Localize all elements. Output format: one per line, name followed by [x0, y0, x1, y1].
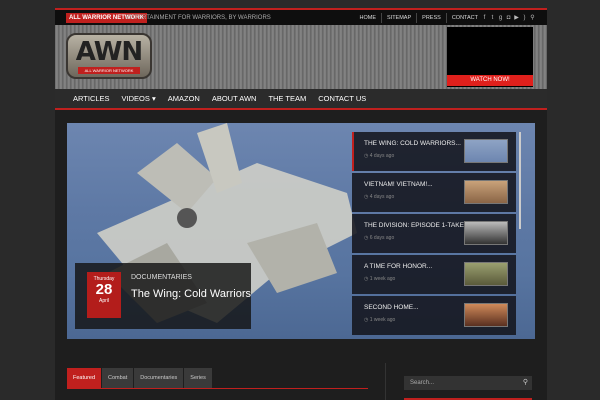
- date-month: April: [98, 298, 109, 304]
- slide-time-text: 4 days ago: [369, 153, 395, 159]
- content-tabs: Featured Combat Documentaries Series: [67, 368, 212, 388]
- feature-caption[interactable]: Thursday 28 April DOCUMENTARIES The Wing…: [75, 263, 251, 329]
- feature-category[interactable]: DOCUMENTARIES: [131, 274, 192, 281]
- top-bar: ALL WARRIOR NETWORK ENTERTAINMENT FOR WA…: [55, 8, 547, 25]
- tab-featured[interactable]: Featured: [67, 368, 102, 388]
- rss-icon[interactable]: ): [522, 14, 527, 22]
- date-day-number: 28: [95, 281, 113, 298]
- logo-text: AWN: [75, 37, 143, 67]
- top-link-home[interactable]: HOME: [355, 13, 382, 23]
- slide-title: VIETNAM! VIETNAM!...: [364, 181, 433, 188]
- slide-list: THE WING: COLD WARRIORS... ◷ 4 days ago …: [352, 132, 521, 335]
- slide-time: ◷ 1 week ago: [364, 276, 396, 282]
- slide-time: ◷ 6 days ago: [364, 235, 395, 241]
- slide-thumbnail: [464, 180, 508, 204]
- page-wrapper: ALL WARRIOR NETWORK ENTERTAINMENT FOR WA…: [55, 8, 547, 400]
- nav-item-amazon[interactable]: AMAZON: [162, 89, 206, 108]
- youtube-icon[interactable]: ▶: [514, 14, 519, 22]
- facebook-icon[interactable]: f: [482, 14, 487, 22]
- tabs-underline: [67, 388, 368, 389]
- main-nav: ARTICLES VIDEOS ▾ AMAZON ABOUT AWN THE T…: [55, 89, 547, 110]
- list-item[interactable]: VIETNAM! VIETNAM!... ◷ 4 days ago: [352, 173, 516, 212]
- googleplus-icon[interactable]: g: [498, 14, 503, 22]
- tab-documentaries[interactable]: Documentaries: [134, 368, 184, 388]
- top-link-contact[interactable]: CONTACT: [445, 13, 483, 23]
- slide-thumbnail: [464, 303, 508, 327]
- nav-item-videos[interactable]: VIDEOS ▾: [116, 89, 162, 108]
- slide-thumbnail: [464, 262, 508, 286]
- slide-time: ◷ 1 week ago: [364, 317, 396, 323]
- watch-now-button[interactable]: WATCH NOW!: [447, 75, 533, 86]
- slide-title: SECOND HOME...: [364, 304, 419, 311]
- list-item[interactable]: THE DIVISION: EPISODE 1-TAKEN... ◷ 6 day…: [352, 214, 516, 253]
- sidebar-search[interactable]: Search... ⚲: [404, 376, 532, 390]
- top-link-press[interactable]: PRESS: [416, 13, 446, 23]
- slide-title: THE DIVISION: EPISODE 1-TAKEN...: [364, 222, 475, 229]
- slide-time: ◷ 4 days ago: [364, 153, 395, 159]
- site-header: AWN ALL WARRIOR NETWORK WATCH NOW!: [55, 25, 547, 89]
- slide-time-text: 1 week ago: [369, 276, 396, 282]
- nav-item-about[interactable]: ABOUT AWN: [206, 89, 263, 108]
- slide-title: A TIME FOR HONOR...: [364, 263, 433, 270]
- sidebar-divider: [385, 363, 386, 400]
- slide-time-text: 6 days ago: [369, 235, 395, 241]
- list-item[interactable]: THE WING: COLD WARRIORS... ◷ 4 days ago: [352, 132, 516, 171]
- slide-thumbnail: [464, 221, 508, 245]
- slide-list-scrollbar[interactable]: [519, 132, 521, 229]
- top-link-sitemap[interactable]: SITEMAP: [381, 13, 416, 23]
- instagram-icon[interactable]: ◘: [506, 14, 511, 22]
- social-icons: f t g ◘ ▶ ) ⚲: [482, 14, 535, 22]
- date-badge: Thursday 28 April: [87, 272, 121, 318]
- nav-item-contact[interactable]: CONTACT US: [312, 89, 372, 108]
- slide-thumbnail: [464, 139, 508, 163]
- list-item[interactable]: SECOND HOME... ◷ 1 week ago: [352, 296, 516, 335]
- feature-title[interactable]: The Wing: Cold Warriors: [131, 288, 251, 300]
- featured-slider[interactable]: Thursday 28 April DOCUMENTARIES The Wing…: [67, 123, 535, 339]
- search-input[interactable]: Search...: [410, 376, 434, 390]
- nav-item-articles[interactable]: ARTICLES: [67, 89, 116, 108]
- logo-subtitle: ALL WARRIOR NETWORK: [78, 67, 140, 74]
- tagline: ENTERTAINMENT FOR WARRIORS, BY WARRIORS: [126, 15, 271, 21]
- tab-series[interactable]: Series: [184, 368, 212, 388]
- slide-time-text: 1 week ago: [369, 317, 396, 323]
- top-links: HOME SITEMAP PRESS CONTACT: [355, 13, 484, 23]
- slide-time: ◷ 4 days ago: [364, 194, 395, 200]
- search-submit-icon[interactable]: ⚲: [523, 376, 528, 390]
- slide-time-text: 4 days ago: [369, 194, 395, 200]
- site-logo[interactable]: AWN ALL WARRIOR NETWORK: [66, 33, 152, 79]
- twitter-icon[interactable]: t: [490, 14, 495, 22]
- list-item[interactable]: A TIME FOR HONOR... ◷ 1 week ago: [352, 255, 516, 294]
- tab-combat[interactable]: Combat: [102, 368, 134, 388]
- nav-item-team[interactable]: THE TEAM: [262, 89, 312, 108]
- slide-title: THE WING: COLD WARRIORS...: [364, 140, 461, 147]
- search-icon[interactable]: ⚲: [530, 14, 535, 22]
